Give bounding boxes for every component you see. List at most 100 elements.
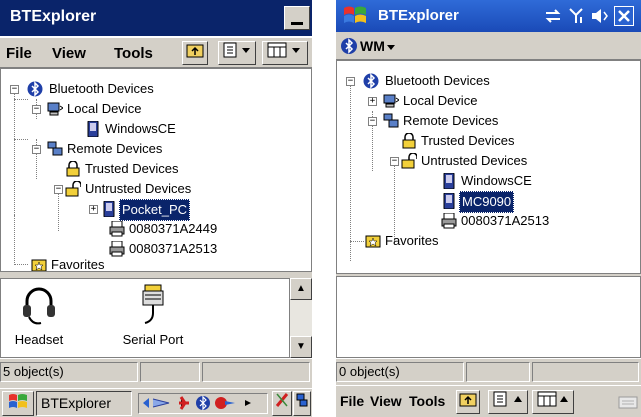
tree-node-untrusted-devices[interactable]: Untrusted Devices — [65, 179, 193, 199]
lock-open-icon — [65, 181, 81, 197]
tree-node-device[interactable]: 0080371A2449 — [109, 219, 219, 239]
menu-bar: File View Tools — [336, 385, 641, 417]
tree-node-mc9090[interactable]: MC9090 — [441, 191, 515, 213]
device-tree: − Bluetooth Devices + Local Device − Rem… — [336, 60, 641, 274]
view-mode-icon — [537, 391, 568, 407]
close-button[interactable] — [614, 6, 634, 26]
keyboard-button[interactable] — [618, 394, 638, 410]
network-computers-icon — [383, 113, 399, 128]
right-screen: BTExplorer WM − Bluetooth Devices + Loca… — [336, 0, 641, 417]
sort-icon — [493, 391, 522, 407]
tree-node-local-device[interactable]: Local Device — [47, 99, 143, 119]
services-scrollbar[interactable]: ▲ ▼ — [290, 278, 312, 358]
expand-toggle[interactable]: + — [89, 205, 98, 214]
menu-tools[interactable]: Tools — [114, 45, 153, 62]
minimize-button[interactable] — [284, 6, 310, 30]
up-folder-icon — [186, 44, 204, 58]
sort-button[interactable] — [218, 41, 256, 65]
title-bar: BTExplorer — [336, 0, 641, 32]
service-headset[interactable]: Headset — [9, 283, 69, 347]
status-text: 5 object(s) — [0, 362, 138, 382]
service-serial-port[interactable]: Serial Port — [113, 283, 193, 347]
close-icon — [618, 10, 630, 22]
favorites-folder-icon — [31, 259, 47, 271]
tree-node-local-device[interactable]: Local Device — [383, 91, 479, 111]
collapse-toggle[interactable]: − — [10, 85, 19, 94]
bluetooth-icon — [363, 73, 379, 89]
tree-node-trusted-devices[interactable]: Trusted Devices — [65, 159, 180, 179]
scroll-up-icon[interactable]: ▲ — [290, 278, 312, 300]
tree-node-favorites[interactable]: Favorites — [31, 255, 106, 271]
collapse-toggle[interactable]: − — [32, 105, 41, 114]
tree-node-windowsce[interactable]: WindowsCE — [441, 171, 534, 191]
computer-icon — [383, 94, 399, 108]
tree-node-device[interactable]: 0080371A2513 — [441, 211, 551, 231]
tree-node-trusted-devices[interactable]: Trusted Devices — [401, 131, 516, 151]
pda-icon — [443, 193, 455, 209]
view-mode-button[interactable] — [532, 390, 574, 414]
printer-icon — [441, 213, 457, 229]
collapse-toggle[interactable]: − — [54, 185, 63, 194]
pen-tool-button[interactable] — [272, 391, 292, 416]
menu-file[interactable]: File — [340, 393, 364, 409]
menu-tools[interactable]: Tools — [409, 393, 445, 409]
lock-closed-icon — [402, 133, 416, 149]
connectivity-icon[interactable] — [544, 8, 562, 24]
lock-closed-icon — [66, 161, 80, 177]
tree-node-pocket-pc[interactable]: Pocket_PC — [101, 199, 191, 221]
windows-icon — [296, 393, 308, 407]
collapse-toggle[interactable]: − — [390, 157, 399, 166]
taskbar-app-button[interactable]: BTExplorer — [36, 391, 132, 416]
lock-open-icon — [401, 153, 417, 169]
up-folder-icon — [459, 393, 477, 407]
status-bar: 0 object(s) — [336, 358, 641, 385]
serial-port-icon — [142, 284, 164, 324]
wm-bar: WM — [336, 32, 641, 60]
status-bar: 5 object(s) — [0, 358, 312, 388]
app-title: BTExplorer — [10, 8, 97, 25]
speaker-icon[interactable] — [590, 8, 608, 24]
tree-node-windowsce[interactable]: WindowsCE — [85, 119, 178, 139]
tree-node-remote-devices[interactable]: Remote Devices — [383, 111, 500, 131]
up-folder-button[interactable] — [182, 41, 208, 65]
printer-icon — [109, 221, 125, 237]
collapse-toggle[interactable]: − — [368, 117, 377, 126]
title-bar: BTExplorer — [0, 0, 312, 36]
tree-node-bluetooth-devices[interactable]: Bluetooth Devices — [363, 71, 492, 91]
bluetooth-icon — [27, 81, 43, 97]
tree-node-untrusted-devices[interactable]: Untrusted Devices — [401, 151, 529, 171]
pda-icon — [103, 201, 115, 217]
system-tray — [138, 393, 268, 414]
sort-button[interactable] — [488, 390, 528, 414]
printer-icon — [109, 241, 125, 257]
left-screen: BTExplorer File View Tools − Bluetooth D… — [0, 0, 312, 417]
menu-bar: File View Tools — [0, 36, 312, 68]
app-title: BTExplorer — [378, 7, 459, 24]
start-button[interactable] — [2, 391, 34, 416]
chevron-down-icon — [387, 45, 395, 50]
services-panel — [336, 276, 641, 358]
expand-toggle[interactable]: + — [368, 97, 377, 106]
tray-icons — [143, 395, 251, 411]
signal-icon[interactable] — [568, 7, 584, 25]
tree-node-device[interactable]: 0080371A2513 — [109, 239, 219, 259]
service-label: Headset — [14, 332, 64, 347]
tree-node-remote-devices[interactable]: Remote Devices — [47, 139, 164, 159]
windows-flag-icon[interactable] — [342, 4, 368, 28]
services-panel: Headset Serial Port — [0, 278, 290, 358]
tree-node-bluetooth-devices[interactable]: Bluetooth Devices — [27, 79, 156, 99]
view-mode-button[interactable] — [262, 41, 308, 65]
window-switch-button[interactable] — [293, 391, 311, 416]
headset-icon — [23, 287, 55, 325]
scroll-down-icon[interactable]: ▼ — [290, 336, 312, 358]
menu-file[interactable]: File — [6, 45, 32, 62]
menu-view[interactable]: View — [370, 393, 402, 409]
collapse-toggle[interactable]: − — [32, 145, 41, 154]
tree-node-favorites[interactable]: Favorites — [365, 231, 440, 251]
up-folder-button[interactable] — [456, 390, 480, 414]
favorites-folder-icon — [365, 235, 381, 248]
menu-view[interactable]: View — [52, 45, 86, 62]
computer-icon — [47, 102, 63, 116]
collapse-toggle[interactable]: − — [346, 77, 355, 86]
bluetooth-icon — [341, 38, 357, 54]
